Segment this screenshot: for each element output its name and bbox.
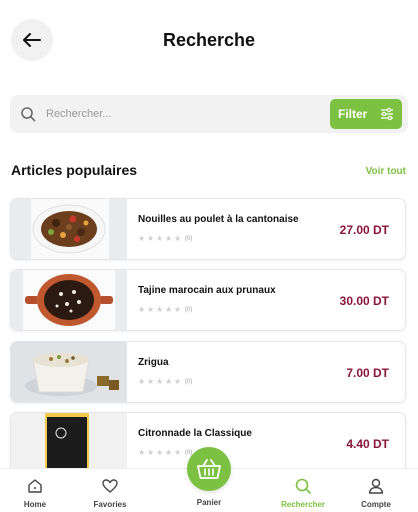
app-header: Recherche (0, 0, 418, 82)
tajine-dish-image (11, 270, 127, 330)
star-icon: ★ (174, 377, 182, 386)
star-icon: ★ (138, 234, 146, 243)
star-icon: ★ (156, 448, 164, 457)
rating-stars: ★ ★ ★ ★ ★ (0) (138, 449, 192, 457)
nav-item-rechercher[interactable]: Rechercher (273, 477, 333, 509)
filter-button[interactable]: Filter (330, 99, 402, 129)
zrigua-dessert-image (11, 342, 127, 402)
product-price: 4.40 DT (346, 437, 389, 451)
star-icon: ★ (156, 234, 164, 243)
star-icon: ★ (165, 377, 173, 386)
user-icon (368, 478, 384, 494)
nav-label: Favories (93, 500, 127, 509)
basket-icon (197, 459, 221, 479)
product-price: 30.00 DT (339, 294, 389, 308)
rating-count: (0) (185, 236, 193, 242)
rating-count: (0) (185, 307, 193, 313)
product-card[interactable]: Nouilles au poulet à la cantonaise ★ ★ ★ ★ ★… (10, 198, 406, 260)
star-icon: ★ (165, 305, 173, 314)
star-icon: ★ (174, 234, 182, 243)
star-icon: ★ (147, 377, 155, 386)
sliders-icon (381, 107, 393, 121)
product-card[interactable]: Tajine marocain aux prunaux ★ ★ ★ ★ ★ (0) 30… (10, 269, 406, 331)
see-all-link[interactable]: Voir tout (366, 166, 406, 177)
rating-stars: ★ ★ ★ ★ ★ (0) (138, 235, 192, 243)
rating-count: (0) (185, 379, 193, 385)
star-icon: ★ (174, 305, 182, 314)
search-bar: Filter (10, 95, 408, 133)
product-name: Zrigua (138, 357, 169, 368)
heart-icon (102, 479, 118, 493)
star-icon: ★ (147, 448, 155, 457)
lemonade-bottle-image (11, 413, 127, 473)
search-input[interactable] (46, 104, 326, 124)
nav-item-home[interactable]: Home (5, 477, 65, 509)
search-icon (21, 107, 36, 122)
star-icon: ★ (174, 448, 182, 457)
star-icon: ★ (156, 377, 164, 386)
star-icon: ★ (138, 305, 146, 314)
noodles-dish-image (11, 199, 127, 259)
nav-label: Rechercher (280, 500, 326, 509)
rating-stars: ★ ★ ★ ★ ★ (0) (138, 378, 192, 386)
product-name: Nouilles au poulet à la cantonaise (138, 214, 299, 225)
search-icon (295, 478, 311, 494)
page-title: Recherche (162, 30, 256, 50)
nav-label: Compte (361, 500, 391, 509)
star-icon: ★ (147, 305, 155, 314)
product-card[interactable]: Zrigua ★ ★ ★ ★ ★ (0) 7.00 DT (10, 341, 406, 403)
filter-label: Filter (338, 107, 368, 121)
product-name: Citronnade la Classique (138, 428, 252, 439)
nav-item-favories[interactable]: Favories (80, 477, 140, 509)
star-icon: ★ (165, 448, 173, 457)
star-icon: ★ (138, 448, 146, 457)
star-icon: ★ (147, 234, 155, 243)
star-icon: ★ (156, 305, 164, 314)
product-name: Tajine marocain aux prunaux (138, 285, 276, 296)
cart-button[interactable] (187, 447, 231, 491)
rating-stars: ★ ★ ★ ★ ★ (0) (138, 306, 192, 314)
product-price: 7.00 DT (346, 366, 389, 380)
nav-label: Home (23, 500, 47, 509)
product-price: 27.00 DT (339, 223, 389, 237)
nav-item-panier-label[interactable]: Panier (179, 498, 239, 507)
section-title: Articles populaires (11, 162, 138, 178)
star-icon: ★ (138, 377, 146, 386)
home-icon (28, 479, 42, 493)
star-icon: ★ (165, 234, 173, 243)
nav-item-compte[interactable]: Compte (346, 477, 406, 509)
